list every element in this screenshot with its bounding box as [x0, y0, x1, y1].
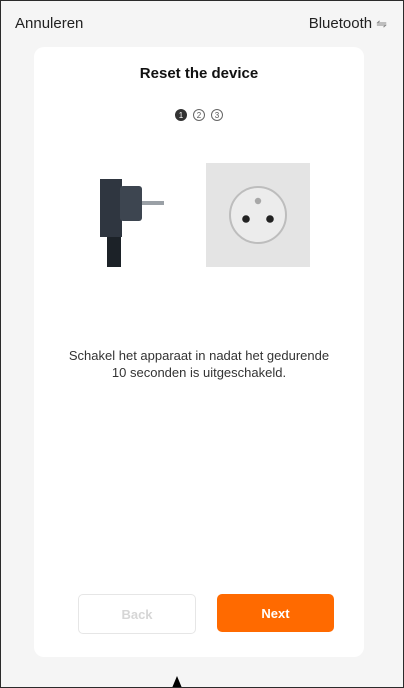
socket-icon — [206, 163, 310, 267]
instruction-text: Schakel het apparaat in nadat het gedure… — [34, 347, 364, 381]
step-2: 2 — [193, 109, 205, 121]
step-indicator: 1 2 3 — [34, 109, 364, 121]
cancel-button[interactable]: Annuleren — [15, 15, 83, 32]
bluetooth-toggle[interactable]: Bluetooth ⇋ — [309, 15, 387, 32]
reset-card: Reset the device 1 2 3 Schakel het appar… — [34, 47, 364, 657]
step-3: 3 — [211, 109, 223, 121]
mouse-cursor-icon — [172, 676, 182, 687]
top-bar: Annuleren Bluetooth ⇋ — [1, 1, 403, 47]
back-button[interactable]: Back — [78, 594, 196, 634]
instruction-line-2: 10 seconden is uitgeschakeld. — [111, 365, 287, 380]
instruction-line-1: Schakel het apparaat in nadat het gedure… — [68, 348, 330, 363]
bluetooth-label: Bluetooth — [308, 15, 373, 32]
step-1: 1 — [175, 109, 187, 121]
page-title: Reset the device — [139, 65, 259, 82]
next-button[interactable]: Next — [217, 594, 334, 632]
app-frame: Annuleren Bluetooth ⇋ Reset the device 1… — [0, 0, 404, 688]
plug-socket-illustration — [100, 163, 310, 267]
swap-icon: ⇋ — [376, 15, 387, 31]
plug-icon — [100, 179, 164, 267]
